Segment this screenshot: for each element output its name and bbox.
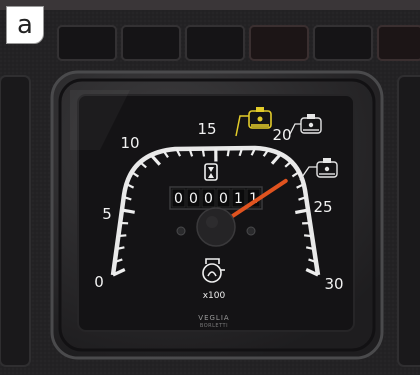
major-tick xyxy=(121,208,135,214)
minor-tick xyxy=(226,148,231,157)
top-vent-strip xyxy=(0,0,420,61)
left-panel-edge xyxy=(0,75,31,367)
screw-left xyxy=(176,226,186,236)
minor-tick xyxy=(201,148,206,157)
brand-label: VEGLIA xyxy=(198,314,229,322)
dial-label-0: 0 xyxy=(94,273,104,291)
odometer-digit-2: 0 xyxy=(189,191,198,207)
needle-hub xyxy=(196,207,236,247)
odometer-digit-5: 1 xyxy=(234,191,243,207)
dial-label-5: 5 xyxy=(102,205,112,223)
dial-label-30: 30 xyxy=(324,275,343,293)
minor-tick xyxy=(118,234,127,238)
odometer-digit-3: 0 xyxy=(204,191,213,207)
dial-label-20: 20 xyxy=(272,126,291,144)
screw-right xyxy=(246,226,256,236)
multiplier-label: x100 xyxy=(203,291,226,301)
instrument-photo: 0 5 10 15 20 25 30 0 0 0 0 1 1 x100 VEGL… xyxy=(0,0,420,375)
brand-sub-label: BORLETTI xyxy=(200,323,228,329)
dial-label-10: 10 xyxy=(120,134,139,152)
odometer-digit-4: 0 xyxy=(219,191,228,207)
dial-label-25: 25 xyxy=(313,198,332,216)
panel-label: a xyxy=(6,6,44,44)
minor-tick xyxy=(303,234,313,238)
odometer-digit-1: 0 xyxy=(174,191,183,207)
right-panel-edge xyxy=(397,75,420,367)
dial-label-15: 15 xyxy=(197,120,216,138)
tachometer-photo: 0 5 10 15 20 25 30 0 0 0 0 1 1 x100 VEGL… xyxy=(0,0,420,375)
